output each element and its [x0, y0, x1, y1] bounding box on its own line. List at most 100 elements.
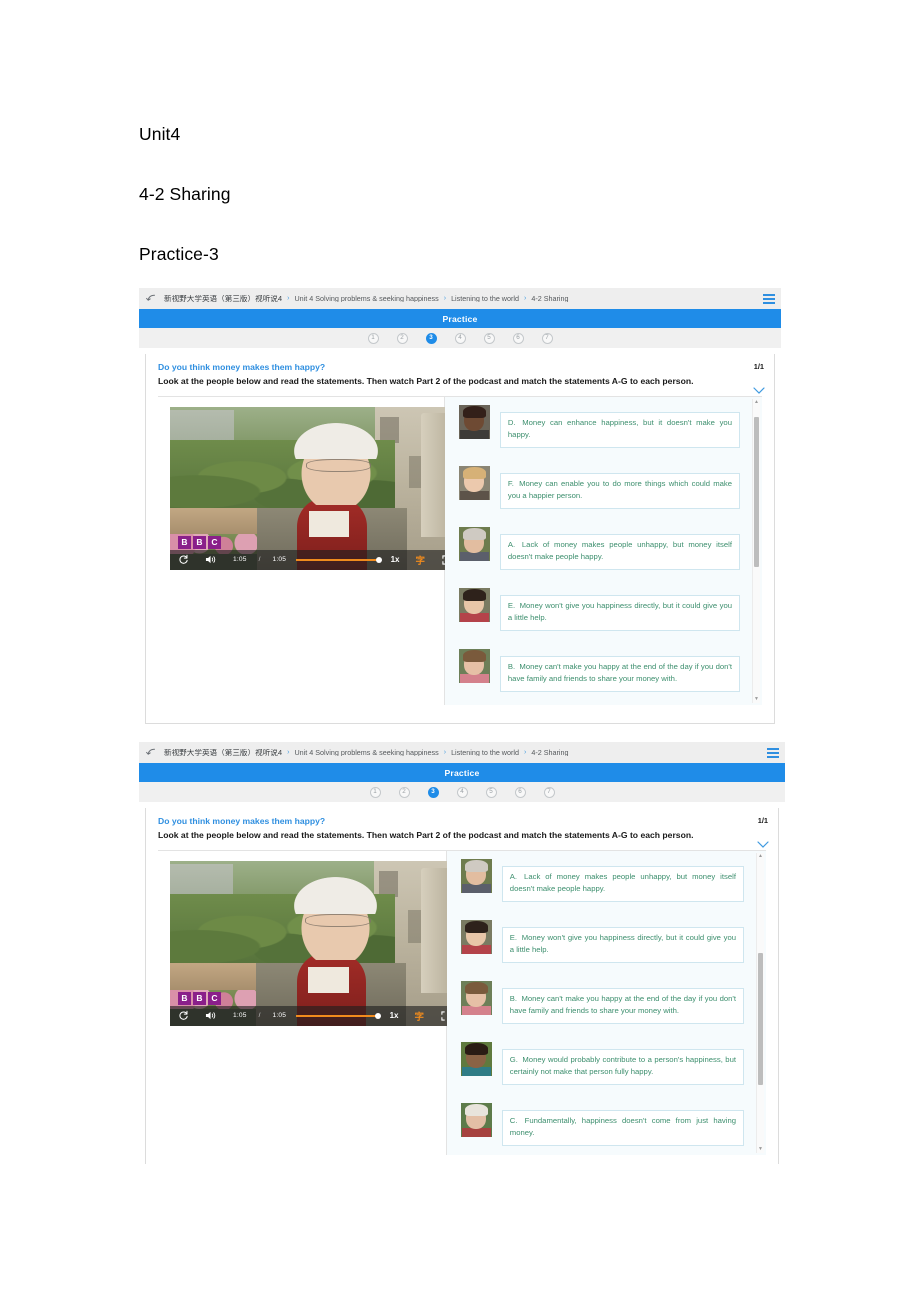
- statement-scrollbar-2[interactable]: ▲ ▼: [756, 852, 764, 1153]
- back-arrow-icon[interactable]: [145, 746, 159, 760]
- duration: 1:05: [272, 1012, 287, 1020]
- playback-speed[interactable]: 1x: [390, 1011, 399, 1020]
- person-avatar: [458, 465, 490, 500]
- step-7[interactable]: 7: [543, 786, 555, 798]
- scrollbar-thumb[interactable]: [758, 952, 763, 1085]
- section-title: Practice: [139, 763, 785, 782]
- bbc-watermark: B B C: [178, 535, 221, 549]
- step-5[interactable]: 5: [483, 332, 495, 344]
- step-6[interactable]: 6: [514, 786, 526, 798]
- statement-item[interactable]: E. Money won't give you happiness direct…: [460, 919, 744, 963]
- replay-icon[interactable]: [177, 1010, 190, 1021]
- statement-box[interactable]: E. Money won't give you happiness direct…: [501, 926, 744, 963]
- person-avatar: [458, 404, 490, 439]
- statement-body: Money can't make you happy at the end of…: [509, 993, 736, 1016]
- statement-body: Lack of money makes people unhappy, but …: [507, 539, 732, 562]
- statement-item[interactable]: D. Money can enhance happiness, but it d…: [458, 404, 740, 448]
- seek-knob[interactable]: [374, 1012, 381, 1019]
- statement-box[interactable]: B. Money can't make you happy at the end…: [501, 987, 744, 1024]
- statement-box[interactable]: C. Fundamentally, happiness doesn't come…: [501, 1109, 744, 1146]
- seek-slider[interactable]: [296, 556, 382, 563]
- scroll-up-icon[interactable]: ▲: [757, 853, 764, 860]
- breadcrumb-item-2[interactable]: Listening to the world: [451, 295, 519, 302]
- statement-box[interactable]: A. Lack of money makes people unhappy, b…: [499, 533, 740, 570]
- statement-pane-2: A. Lack of money makes people unhappy, b…: [446, 850, 766, 1155]
- scroll-up-icon[interactable]: ▲: [753, 399, 760, 406]
- step-2[interactable]: 2: [398, 786, 410, 798]
- statement-item[interactable]: C. Fundamentally, happiness doesn't come…: [460, 1102, 744, 1146]
- step-1[interactable]: 1: [369, 786, 381, 798]
- statement-item[interactable]: B. Money can't make you happy at the end…: [458, 648, 740, 692]
- video-pane: B B C 1:05 / 1:05 1x 字: [158, 850, 458, 1155]
- statement-box[interactable]: G. Money would probably contribute to a …: [501, 1048, 744, 1085]
- breadcrumb-item-3[interactable]: 4-2 Sharing: [531, 749, 568, 756]
- breadcrumb-separator: ›: [524, 749, 527, 756]
- page-title-unit: Unit4: [139, 124, 181, 144]
- breadcrumb-separator: ›: [524, 295, 527, 302]
- volume-icon[interactable]: [204, 1010, 217, 1021]
- step-4[interactable]: 4: [456, 786, 468, 798]
- statement-body: Money would probably contribute to a per…: [509, 1054, 736, 1077]
- seek-knob[interactable]: [375, 556, 382, 563]
- replay-icon[interactable]: [177, 554, 190, 565]
- step-3[interactable]: 3: [425, 332, 437, 344]
- statement-body: Money won't give you happiness directly,…: [507, 600, 732, 623]
- statement-text: E. Money won't give you happiness direct…: [508, 600, 732, 625]
- question-instruction: Look at the people below and read the st…: [158, 375, 694, 386]
- breadcrumb-item-1[interactable]: Unit 4 Solving problems & seeking happin…: [294, 749, 438, 756]
- statement-box[interactable]: E. Money won't give you happiness direct…: [499, 594, 740, 631]
- statement-body: Money won't give you happiness directly,…: [509, 932, 736, 955]
- breadcrumb-item-0[interactable]: 新视野大学英语（第三版）视听说4: [164, 749, 282, 757]
- hamburger-menu-icon[interactable]: [763, 293, 775, 305]
- breadcrumb-item-1[interactable]: Unit 4 Solving problems & seeking happin…: [294, 295, 438, 302]
- step-2[interactable]: 2: [396, 332, 408, 344]
- volume-icon[interactable]: [204, 554, 217, 565]
- statement-item[interactable]: F. Money can enable you to do more thing…: [458, 465, 740, 509]
- step-1[interactable]: 1: [367, 332, 379, 344]
- statement-item[interactable]: A. Lack of money makes people unhappy, b…: [458, 526, 740, 570]
- step-5[interactable]: 5: [485, 786, 497, 798]
- statement-body: Fundamentally, happiness doesn't come fr…: [509, 1115, 736, 1138]
- video-controls: 1:05 / 1:05 1x 字: [170, 1005, 458, 1026]
- statement-box[interactable]: F. Money can enable you to do more thing…: [499, 472, 740, 509]
- breadcrumb-item-0[interactable]: 新视野大学英语（第三版）视听说4: [164, 295, 282, 303]
- playback-speed[interactable]: 1x: [391, 555, 400, 564]
- chevron-down-icon[interactable]: [752, 382, 766, 394]
- video-player[interactable]: B B C 1:05 / 1:05 1x 字: [170, 860, 458, 1026]
- step-4[interactable]: 4: [454, 332, 466, 344]
- back-arrow-icon[interactable]: [145, 292, 159, 306]
- step-6[interactable]: 6: [512, 332, 524, 344]
- statement-box[interactable]: A. Lack of money makes people unhappy, b…: [501, 865, 744, 902]
- statement-body: Money can't make you happy at the end of…: [507, 661, 732, 684]
- breadcrumb-separator: ›: [443, 749, 447, 756]
- chevron-down-icon[interactable]: [756, 836, 770, 848]
- statement-label: B.: [509, 993, 518, 1003]
- time-separator: /: [258, 556, 261, 564]
- step-3[interactable]: 3: [427, 786, 439, 798]
- scrollbar-thumb[interactable]: [754, 416, 759, 567]
- person-avatar: [460, 919, 492, 954]
- video-player[interactable]: B B C 1:05 / 1:05 1x 字: [170, 406, 459, 570]
- breadcrumb-separator: ›: [443, 295, 447, 302]
- step-7[interactable]: 7: [541, 332, 553, 344]
- statement-label: A.: [507, 539, 516, 549]
- captions-icon[interactable]: 字: [415, 553, 425, 567]
- hamburger-menu-icon[interactable]: [767, 747, 779, 759]
- statement-item[interactable]: E. Money won't give you happiness direct…: [458, 587, 740, 631]
- seek-slider[interactable]: [296, 1012, 381, 1019]
- scroll-down-icon[interactable]: ▼: [757, 1146, 764, 1153]
- statement-scrollbar-1[interactable]: ▲ ▼: [752, 398, 760, 703]
- video-pane: B B C 1:05 / 1:05 1x 字: [158, 396, 459, 705]
- bbc-letter-b2: B: [193, 991, 206, 1005]
- statement-box[interactable]: B. Money can't make you happy at the end…: [499, 655, 740, 692]
- statement-box[interactable]: D. Money can enhance happiness, but it d…: [499, 411, 740, 448]
- bbc-letter-b2: B: [193, 535, 206, 549]
- captions-icon[interactable]: 字: [414, 1009, 424, 1023]
- breadcrumb-item-2[interactable]: Listening to the world: [451, 749, 519, 756]
- statement-item[interactable]: B. Money can't make you happy at the end…: [460, 980, 744, 1024]
- statement-list: A. Lack of money makes people unhappy, b…: [447, 851, 766, 1155]
- statement-item[interactable]: A. Lack of money makes people unhappy, b…: [460, 858, 744, 902]
- statement-item[interactable]: G. Money would probably contribute to a …: [460, 1041, 744, 1085]
- scroll-down-icon[interactable]: ▼: [753, 696, 760, 703]
- breadcrumb-item-3[interactable]: 4-2 Sharing: [531, 295, 568, 302]
